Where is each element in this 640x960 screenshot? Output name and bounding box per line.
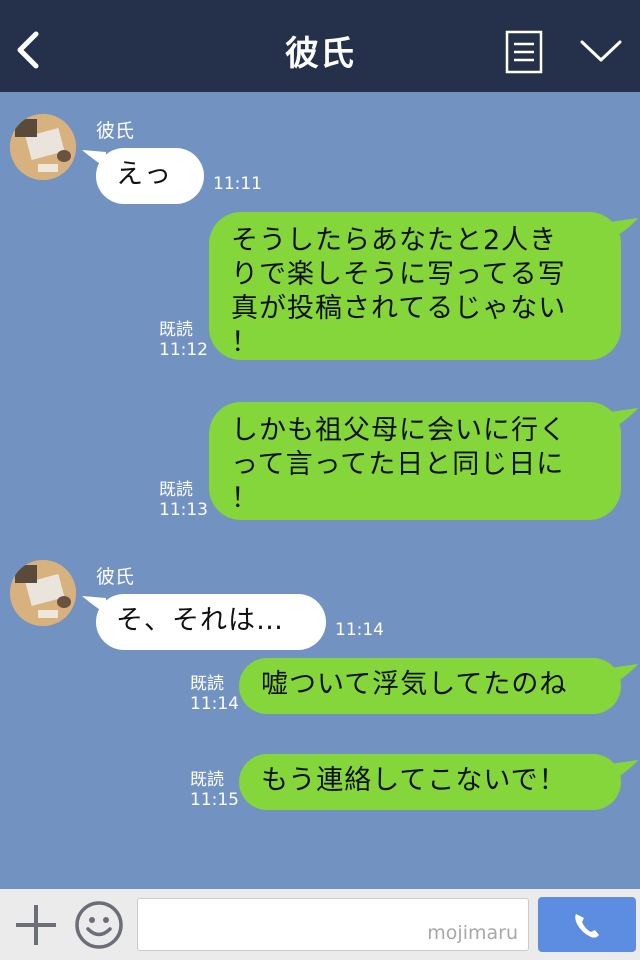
avatar[interactable] bbox=[10, 114, 76, 180]
chat-header: 彼氏 bbox=[0, 0, 640, 92]
message-time: 11:14 bbox=[190, 694, 239, 714]
message-text: えっ bbox=[116, 159, 172, 190]
message-meta: 既読 11:13 bbox=[159, 480, 208, 520]
message-bubble-outgoing[interactable]: 嘘ついて浮気してたのね bbox=[239, 658, 621, 714]
call-button[interactable] bbox=[538, 897, 636, 952]
bubble-tail bbox=[610, 218, 638, 240]
phone-icon bbox=[575, 914, 599, 938]
message-time: 11:13 bbox=[159, 500, 208, 520]
message-bubble-outgoing[interactable]: しかも祖父母に会いに行く って言ってた日と同じ日に ！ bbox=[209, 402, 621, 520]
chat-area[interactable]: 彼氏 えっ 11:11 既読 11:12 そうしたらあなたと2人き りで楽しそう… bbox=[0, 92, 640, 889]
message-text: 嘘ついて浮気してたのね bbox=[261, 669, 568, 700]
read-receipt: 既読 bbox=[159, 480, 193, 500]
sender-name: 彼氏 bbox=[96, 120, 135, 142]
message-meta: 既読 11:12 bbox=[159, 320, 208, 360]
sender-name: 彼氏 bbox=[96, 566, 135, 588]
message-text: そうしたらあなたと2人き りで楽しそうに写ってる写 真が投稿されてるじゃない ！ bbox=[231, 225, 567, 358]
message-text: そ、それは… bbox=[116, 605, 284, 636]
message-time: 11:12 bbox=[159, 340, 208, 360]
bubble-tail bbox=[610, 760, 638, 782]
read-receipt: 既読 bbox=[159, 320, 193, 340]
watermark: mojimaru bbox=[427, 922, 518, 944]
message-meta: 既読 11:15 bbox=[190, 770, 239, 810]
bubble-tail bbox=[610, 408, 638, 430]
message-bubble-incoming[interactable]: そ、それは… bbox=[96, 594, 326, 650]
plus-icon[interactable] bbox=[14, 903, 58, 947]
message-bubble-outgoing[interactable]: もう連絡してこないで！ bbox=[239, 754, 621, 810]
message-bubble-incoming[interactable]: えっ bbox=[96, 148, 204, 204]
chat-title: 彼氏 bbox=[285, 34, 355, 74]
message-time: 11:11 bbox=[213, 174, 262, 194]
list-menu-icon[interactable] bbox=[505, 30, 543, 74]
read-receipt: 既読 bbox=[190, 674, 224, 694]
message-meta: 既読 11:14 bbox=[190, 674, 239, 714]
avatar[interactable] bbox=[10, 560, 76, 626]
smiley-icon[interactable] bbox=[74, 900, 124, 950]
bubble-tail bbox=[610, 664, 638, 686]
chevron-down-icon[interactable] bbox=[578, 36, 624, 66]
message-text: しかも祖父母に会いに行く って言ってた日と同じ日に ！ bbox=[231, 415, 567, 514]
message-input[interactable]: mojimaru bbox=[137, 898, 529, 951]
read-receipt: 既読 bbox=[190, 770, 224, 790]
message-time: 11:15 bbox=[190, 790, 239, 810]
message-time: 11:14 bbox=[335, 620, 384, 640]
message-bubble-outgoing[interactable]: そうしたらあなたと2人き りで楽しそうに写ってる写 真が投稿されてるじゃない ！ bbox=[209, 212, 621, 360]
message-text: もう連絡してこないで！ bbox=[261, 765, 567, 796]
